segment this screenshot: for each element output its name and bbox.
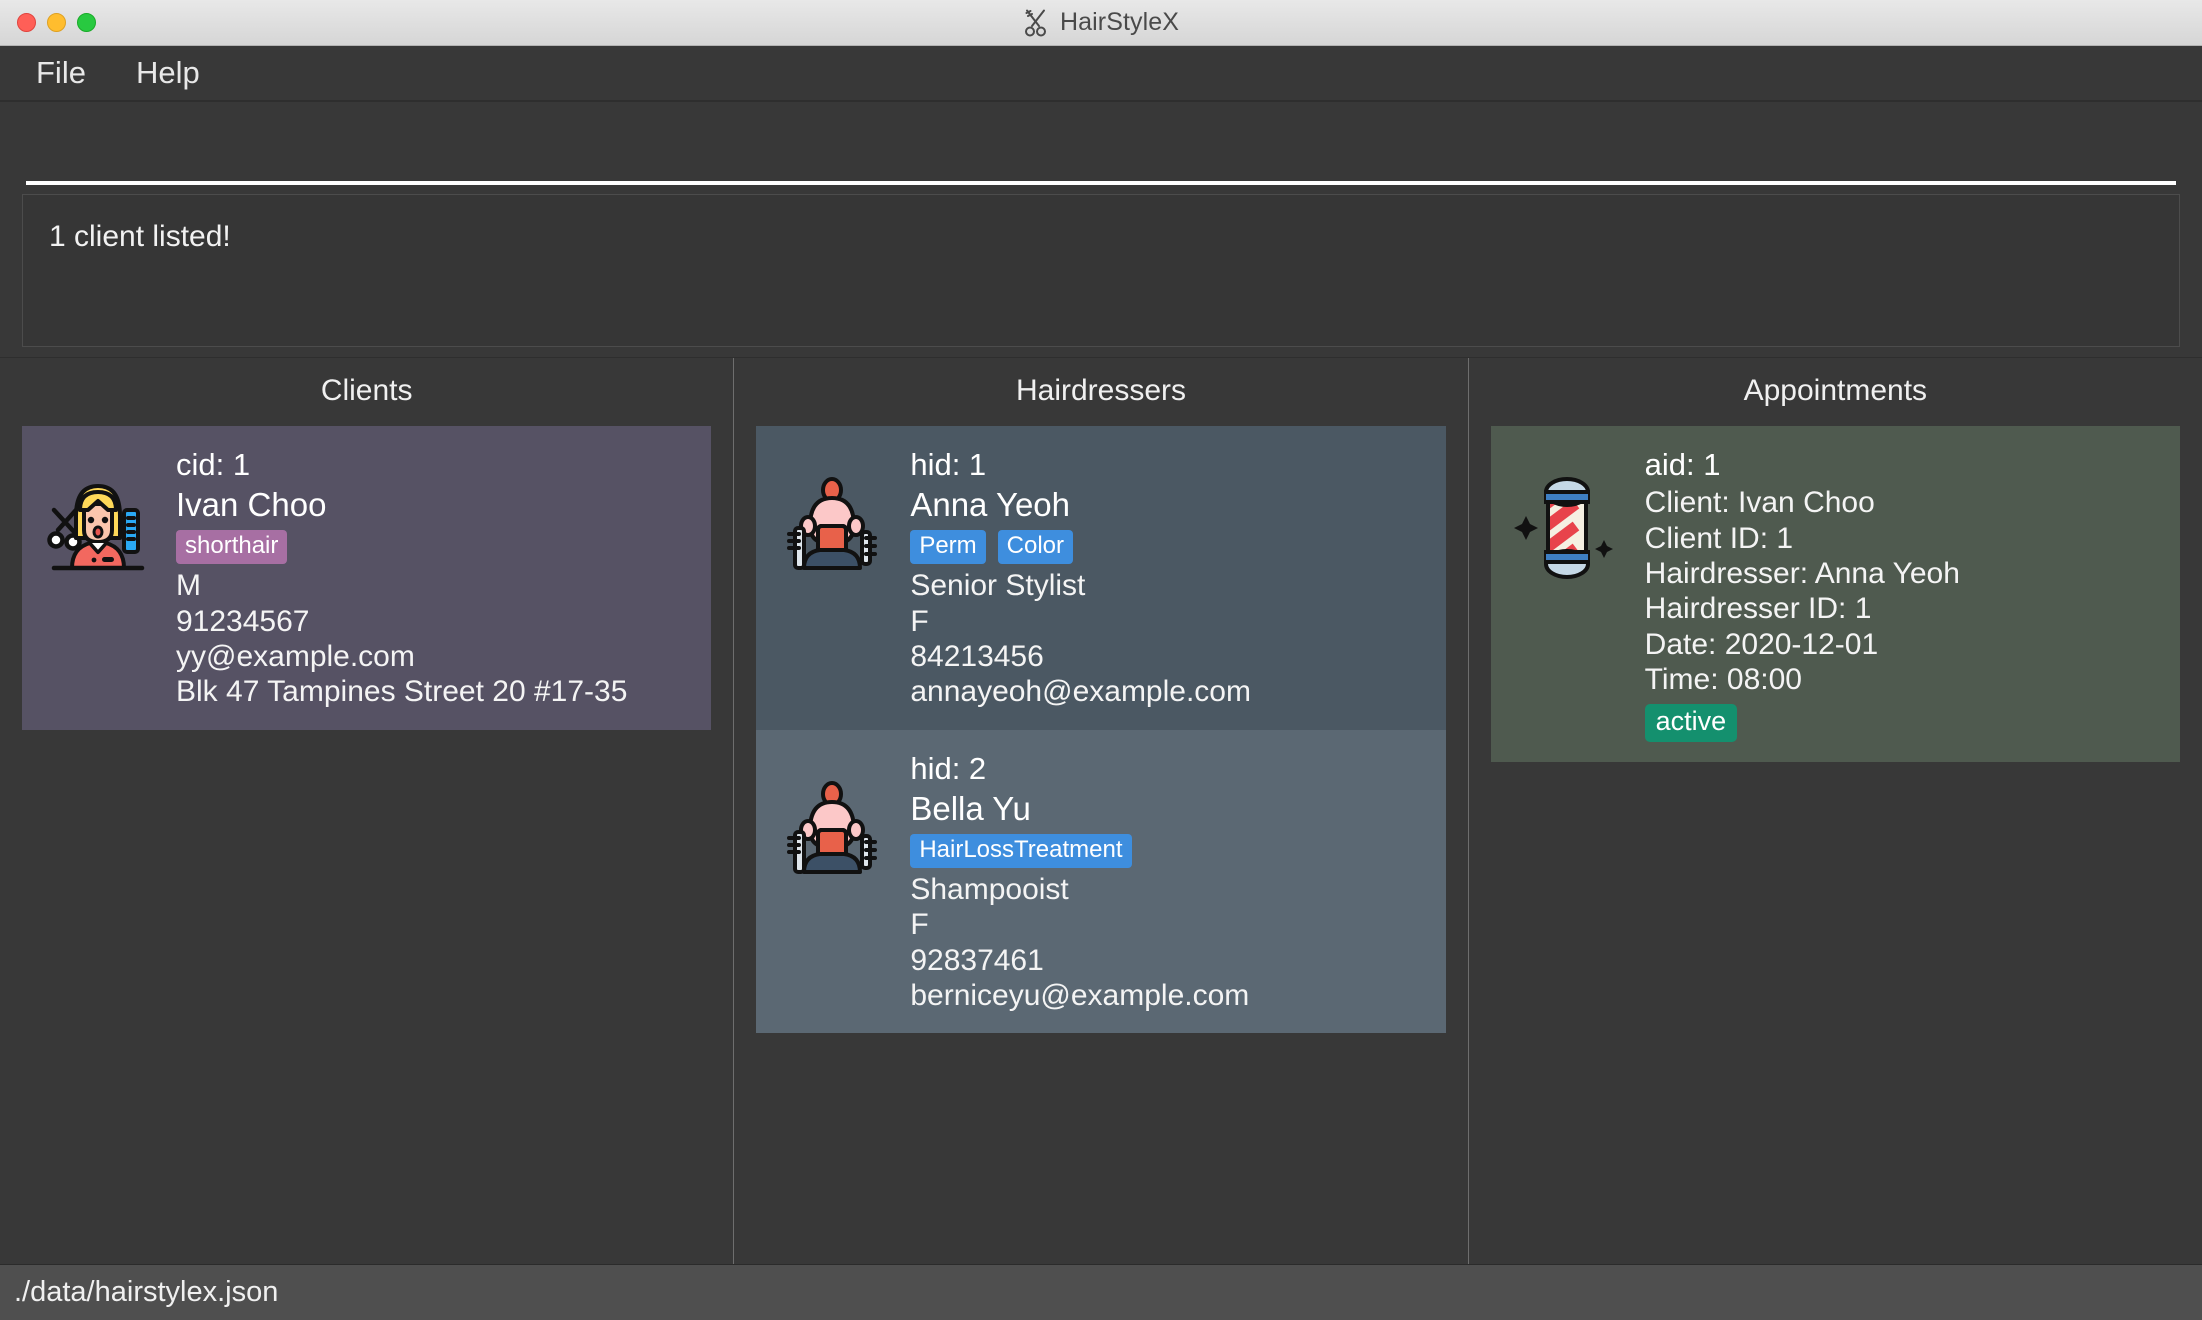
appointment-card-body: aid: 1 Client: Ivan Choo Client ID: 1 Ha… [1644,444,2160,743]
clients-list[interactable]: cid: 1 Ivan Choo shorthair M 91234567 yy… [0,426,733,1264]
result-display: 1 client listed! [22,194,2180,347]
appointment-hairdresser-id: Hairdresser ID: 1 [1644,592,1872,626]
hairdressers-panel: Hairdressers hid: 1 Anna Yeoh Perm Color… [734,358,1469,1264]
appointment-status-badge: active [1644,703,1738,743]
result-display-wrapper: 1 client listed! [0,185,2202,357]
command-box [0,101,2202,185]
hairdresser-id: hid: 1 [910,447,987,482]
hairdresser-card-body: hid: 2 Bella Yu HairLossTreatment Shampo… [910,748,1425,1014]
hairdresser-tag-row: Perm Color [910,529,1425,565]
appointments-list[interactable]: aid: 1 Client: Ivan Choo Client ID: 1 Ha… [1469,426,2202,1264]
client-hairstyle-icon [38,444,158,576]
window-title: HairStyleX [1059,8,1180,36]
hairdresser-title: Senior Stylist [910,569,1086,603]
clients-panel: Clients cid: 1 Ivan Choo shorthair M 912… [0,358,735,1264]
hairdressers-list[interactable]: hid: 1 Anna Yeoh Perm Color Senior Styli… [734,426,1467,1264]
appointments-panel: Appointments aid: 1 Client: Ivan Choo Cl… [1468,358,2202,1264]
menu-item-file[interactable]: File [24,53,98,93]
appointment-client: Client: Ivan Choo [1644,486,1875,520]
scissors-icon [1023,9,1049,37]
app-window: HairStyleX File Help 1 client listed! Cl… [0,0,2202,1320]
client-card-body: cid: 1 Ivan Choo shorthair M 91234567 yy… [176,444,691,710]
hairdresser-card[interactable]: hid: 1 Anna Yeoh Perm Color Senior Styli… [756,426,1446,730]
hairdresser-title: Shampooist [910,872,1069,906]
hairdresser-card[interactable]: hid: 2 Bella Yu HairLossTreatment Shampo… [756,729,1446,1034]
client-phone: 91234567 [176,604,310,638]
hairdresser-name: Anna Yeoh [910,486,1071,524]
appointment-client-id: Client ID: 1 [1644,521,1794,555]
window-title-group: HairStyleX [0,0,2202,45]
hairdresser-email: berniceyu@example.com [910,979,1250,1013]
appointment-id: aid: 1 [1644,447,1721,482]
hairdresser-phone: 84213456 [910,639,1044,673]
barber-pole-icon [1507,444,1627,582]
hairdresser-phone: 92837461 [910,943,1044,977]
maximize-button[interactable] [77,13,96,32]
client-id: cid: 1 [176,447,251,482]
hairdresser-specialisation-tag[interactable]: Perm [910,529,986,565]
result-message: 1 client listed! [49,220,231,253]
status-bar-path: ./data/hairstylex.json [14,1276,279,1308]
hairdresser-card-body: hid: 1 Anna Yeoh Perm Color Senior Styli… [910,444,1425,710]
client-card[interactable]: cid: 1 Ivan Choo shorthair M 91234567 yy… [22,426,712,730]
status-bar: ./data/hairstylex.json [0,1264,2202,1320]
command-input[interactable] [26,135,2176,185]
hairdresser-specialisation-tag[interactable]: Color [997,529,1074,565]
appointment-time: Time: 08:00 [1644,663,1802,697]
appointments-panel-title: Appointments [1743,374,1928,407]
list-panels: Clients cid: 1 Ivan Choo shorthair M 912… [0,357,2202,1264]
minimize-button[interactable] [47,13,66,32]
hairdresser-tag-row: HairLossTreatment [910,833,1425,868]
window-titlebar: HairStyleX [0,0,2202,46]
hairdresser-name: Bella Yu [910,789,1031,827]
appointment-card[interactable]: aid: 1 Client: Ivan Choo Client ID: 1 Ha… [1490,426,2180,763]
menu-bar: File Help [0,46,2202,101]
hairdresser-gender: F [910,604,929,638]
menu-item-help[interactable]: Help [124,53,212,93]
hairdresser-specialisation-tag[interactable]: HairLossTreatment [910,833,1132,868]
hairdresser-barber-icon [772,444,892,576]
clients-panel-title: Clients [320,374,413,407]
hairdresser-barber-icon [772,748,892,880]
traffic-light-group [17,13,96,32]
client-name: Ivan Choo [176,486,327,524]
client-email: yy@example.com [176,639,415,673]
hairdresser-email: annayeoh@example.com [910,675,1251,709]
hairdresser-gender: F [910,908,929,942]
client-address: Blk 47 Tampines Street 20 #17-35 [176,675,628,709]
hairdressers-panel-title: Hairdressers [1015,374,1187,407]
client-tag[interactable]: shorthair [176,529,288,565]
hairdresser-id: hid: 2 [910,750,987,786]
appointment-hairdresser: Hairdresser: Anna Yeoh [1644,556,1960,590]
client-gender: M [176,569,201,603]
appointment-date: Date: 2020-12-01 [1644,627,1879,661]
client-tag-row: shorthair [176,529,691,565]
close-button[interactable] [17,13,36,32]
